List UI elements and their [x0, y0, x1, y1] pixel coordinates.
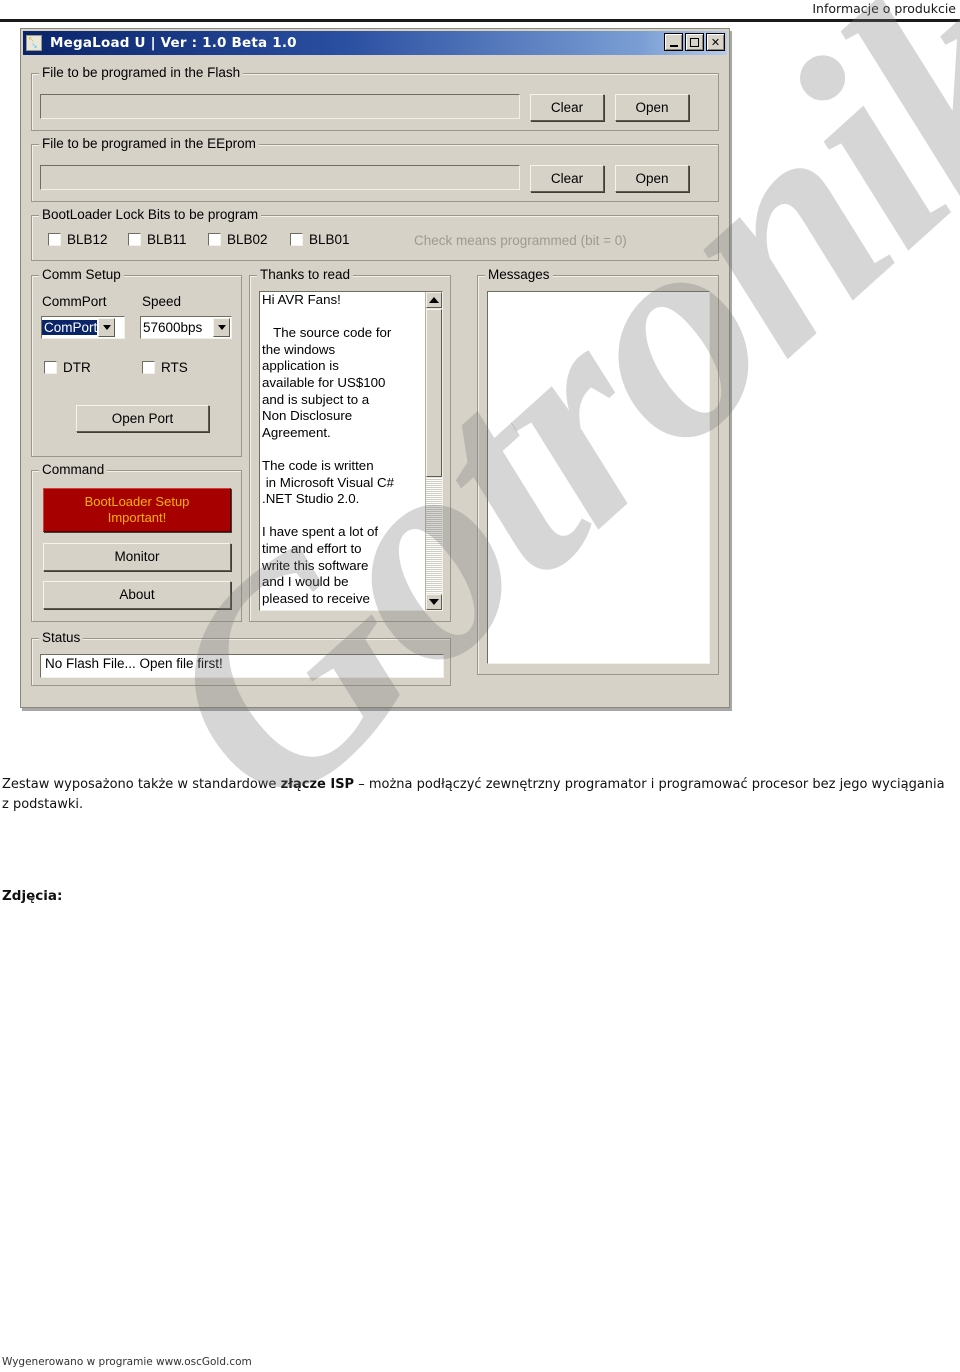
close-icon: ✕	[710, 35, 721, 49]
bootloader-setup-button[interactable]: BootLoader Setup Important!	[43, 488, 231, 532]
eeprom-file-path-value	[41, 166, 519, 168]
header-divider	[0, 19, 960, 22]
description-text-pre: Zestaw wyposażono także w standardowe	[2, 777, 281, 792]
checkbox-blb11-label: BLB11	[147, 232, 187, 247]
checkbox-blb01-box[interactable]	[290, 233, 303, 246]
photos-section-heading: Zdjęcia:	[2, 888, 63, 904]
checkbox-blb02-label: BLB02	[227, 232, 268, 247]
page-footer-text: Wygenerowano w programie www.oscGold.com	[2, 1356, 252, 1368]
flash-file-path-input[interactable]	[40, 94, 520, 119]
minimize-icon	[669, 44, 678, 47]
speed-label: Speed	[142, 294, 182, 309]
eeprom-file-group: File to be programed in the EEprom Clear…	[31, 136, 719, 202]
thanks-to-read-textbox[interactable]: Hi AVR Fans! The source code for the win…	[259, 291, 443, 611]
megaload-app-icon: ↖ ↘	[26, 35, 42, 51]
description-text-bold: złącze ISP	[280, 777, 355, 792]
status-group: Status No Flash File... Open file first!	[31, 630, 451, 686]
checkbox-blb12-label: BLB12	[67, 232, 108, 247]
speed-chevron-down-icon[interactable]	[213, 318, 230, 337]
commport-select[interactable]: ComPort	[41, 316, 125, 339]
page-header: Informacje o produkcie	[0, 0, 960, 22]
checkbox-blb12-box[interactable]	[48, 233, 61, 246]
maximize-icon	[690, 37, 699, 47]
bootloader-lockbits-group-title: BootLoader Lock Bits to be program	[39, 207, 262, 222]
product-description-paragraph: Zestaw wyposażono także w standardowe zł…	[2, 775, 954, 815]
maximize-button[interactable]	[685, 33, 704, 51]
megaload-application-window: ↖ ↘ MegaLoad U | Ver : 1.0 Beta 1.0 ✕ Fi…	[20, 28, 730, 708]
thanks-to-read-text: Hi AVR Fans! The source code for the win…	[262, 292, 395, 606]
status-text-value: No Flash File... Open file first!	[45, 656, 223, 671]
messages-group-title: Messages	[485, 267, 553, 282]
checkbox-blb12[interactable]: BLB12	[48, 232, 108, 247]
scrollbar-thumb[interactable]	[426, 309, 442, 477]
checkbox-blb11[interactable]: BLB11	[128, 232, 187, 247]
commport-label: CommPort	[42, 294, 107, 309]
thanks-to-read-group-title: Thanks to read	[257, 267, 354, 282]
flash-clear-button[interactable]: Clear	[530, 94, 604, 121]
messages-listbox[interactable]	[487, 291, 710, 664]
close-button[interactable]: ✕	[706, 33, 725, 51]
thanks-to-read-group: Thanks to read Hi AVR Fans! The source c…	[249, 267, 451, 622]
bootloader-setup-button-line2: Important!	[107, 510, 167, 525]
scroll-up-arrow-icon[interactable]	[426, 292, 442, 308]
thanks-scrollbar[interactable]	[425, 292, 442, 610]
window-title: MegaLoad U | Ver : 1.0 Beta 1.0	[50, 35, 297, 51]
checkbox-blb02[interactable]: BLB02	[208, 232, 268, 247]
checkbox-blb01[interactable]: BLB01	[290, 232, 350, 247]
open-port-button[interactable]: Open Port	[76, 405, 209, 432]
commport-select-value: ComPort	[42, 320, 98, 335]
eeprom-open-button[interactable]: Open	[615, 165, 689, 192]
flash-open-button[interactable]: Open	[615, 94, 689, 121]
status-group-title: Status	[39, 630, 84, 645]
checkbox-dtr-label: DTR	[63, 360, 91, 375]
checkbox-blb02-box[interactable]	[208, 233, 221, 246]
comm-setup-group: Comm Setup CommPort Speed ComPort 57600b…	[31, 267, 242, 457]
flash-file-path-value	[41, 95, 519, 97]
commport-chevron-down-icon[interactable]	[98, 318, 116, 337]
comm-setup-group-title: Comm Setup	[39, 267, 124, 282]
checkbox-rts-label: RTS	[161, 360, 188, 375]
command-group: Command BootLoader Setup Important! Moni…	[31, 462, 242, 622]
checkbox-blb01-label: BLB01	[309, 232, 350, 247]
scroll-down-arrow-icon[interactable]	[426, 594, 442, 610]
checkbox-dtr[interactable]: DTR	[44, 360, 91, 375]
bootloader-setup-button-line1: BootLoader Setup	[84, 494, 190, 509]
checkbox-rts[interactable]: RTS	[142, 360, 188, 375]
page-header-title: Informacje o produkcie	[812, 1, 956, 16]
status-text-field: No Flash File... Open file first!	[40, 654, 444, 678]
flash-file-group-title: File to be programed in the Flash	[39, 65, 244, 80]
window-control-buttons: ✕	[664, 33, 725, 51]
lockbits-hint-text: Check means programmed (bit = 0)	[414, 233, 627, 248]
checkbox-dtr-box[interactable]	[44, 361, 57, 374]
scrollbar-track[interactable]	[426, 478, 442, 593]
speed-select-value: 57600bps	[143, 320, 203, 335]
monitor-button[interactable]: Monitor	[43, 543, 231, 571]
window-client-area: File to be programed in the Flash Clear …	[25, 57, 725, 703]
window-titlebar[interactable]: ↖ ↘ MegaLoad U | Ver : 1.0 Beta 1.0 ✕	[23, 31, 727, 55]
speed-select[interactable]: 57600bps	[140, 316, 232, 339]
flash-file-group: File to be programed in the Flash Clear …	[31, 65, 719, 131]
eeprom-clear-button[interactable]: Clear	[530, 165, 604, 192]
eeprom-file-path-input[interactable]	[40, 165, 520, 190]
eeprom-file-group-title: File to be programed in the EEprom	[39, 136, 259, 151]
about-button[interactable]: About	[43, 581, 231, 609]
command-group-title: Command	[39, 462, 108, 477]
bootloader-lockbits-group: BootLoader Lock Bits to be program BLB12…	[31, 207, 719, 261]
minimize-button[interactable]	[664, 33, 683, 51]
checkbox-rts-box[interactable]	[142, 361, 155, 374]
messages-group: Messages	[477, 267, 719, 675]
checkbox-blb11-box[interactable]	[128, 233, 141, 246]
